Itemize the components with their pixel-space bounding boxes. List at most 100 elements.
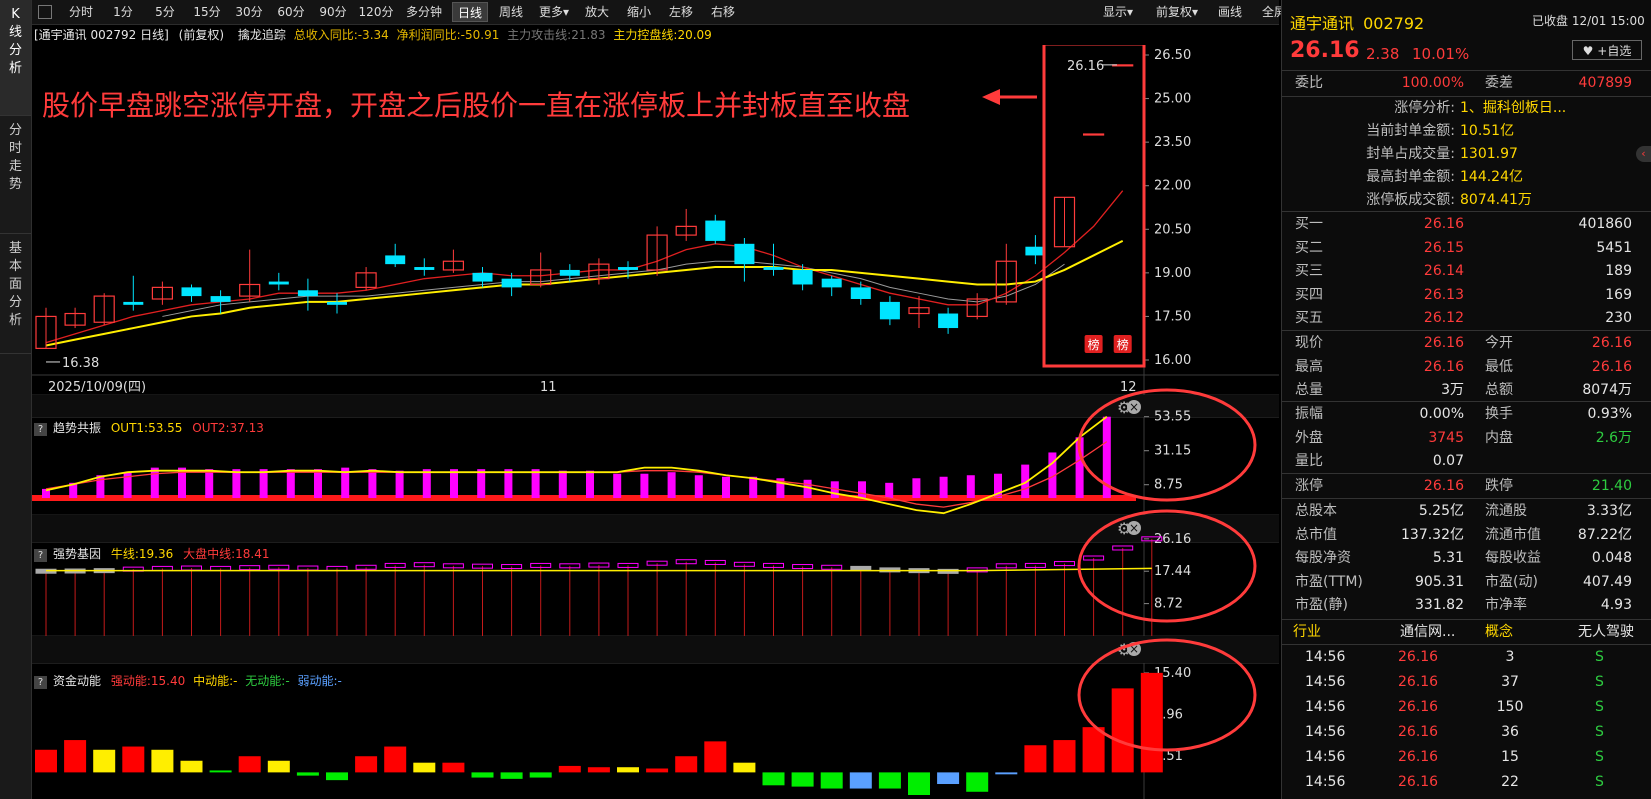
limit-info-value: 144.24亿 [1460, 169, 1523, 185]
toolbar-right-btn-0[interactable]: 显示▾ [1092, 2, 1144, 22]
toolbar-btn-2[interactable]: 5分 [146, 2, 184, 22]
gene-market: 大盘中线:18.41 [183, 547, 270, 561]
price-tick-label: 17.50 [1154, 309, 1191, 324]
toolbar-btn-10[interactable]: 周线 [492, 2, 530, 22]
toolbar-btn-3[interactable]: 15分 [188, 2, 226, 22]
checkbox-icon[interactable] [38, 5, 52, 19]
collapse-arrow-icon[interactable]: ‹ [1636, 146, 1651, 162]
capital-bar [151, 749, 174, 773]
quote-stat-label: 最高 [1295, 358, 1323, 375]
quote-stat-value: 26.16 [1423, 358, 1464, 375]
bid-price[interactable]: 26.16 [1420, 212, 1464, 236]
candle-body [181, 287, 202, 297]
quote-stat-value: 905.31 [1415, 573, 1464, 590]
toolbar-btn-7[interactable]: 120分 [356, 2, 396, 22]
industry-value[interactable]: 通信网... [1400, 620, 1455, 644]
limit-info-value[interactable]: 1、掘科创板日... [1460, 96, 1566, 120]
toolbar-btn-5[interactable]: 60分 [272, 2, 310, 22]
quote-stat-value: 3745 [1428, 429, 1464, 446]
quote-stat-label: 跌停 [1485, 478, 1513, 494]
bid-volume: 189 [1605, 263, 1632, 279]
trend-bar [96, 475, 105, 498]
toolbar-btn-1[interactable]: 1分 [104, 2, 142, 22]
limit-info-value: 10.51亿 [1460, 123, 1515, 139]
toolbar-btn-15[interactable]: 右移 [704, 2, 742, 22]
help-icon[interactable]: ? [34, 423, 47, 436]
toolbar-right-btn-1[interactable]: 前复权▾ [1148, 2, 1206, 22]
candle-body [210, 296, 231, 302]
concept-value[interactable]: 无人驾驶 [1562, 620, 1634, 644]
quote-stat-value: 331.82 [1415, 597, 1464, 613]
adjust-mode[interactable]: (前复权) [179, 28, 224, 42]
trend-bar [558, 470, 567, 498]
toolbar-btn-8[interactable]: 多分钟 [400, 2, 448, 22]
weicha-value: 407899 [1578, 75, 1632, 91]
quote-stat-value: 21.40 [1591, 478, 1632, 494]
tick-price: 26.16 [1398, 699, 1439, 715]
quote-stat-value: 407.49 [1583, 573, 1632, 590]
limit-info-label: 最高封单金额: [1366, 169, 1455, 185]
tab-char: 势 [8, 177, 22, 192]
help-icon[interactable]: ? [34, 549, 47, 562]
weicha-label: 委差 [1485, 75, 1513, 91]
capital-bar [878, 772, 901, 789]
quote-stat-value: 3万 [1441, 382, 1464, 398]
trend-bar [694, 475, 703, 498]
toolbar-btn-0[interactable]: 分时 [62, 2, 100, 22]
capital-mid: 中动能:- [193, 674, 238, 688]
add-watchlist-button[interactable]: ♥ +自选 [1572, 40, 1642, 60]
quote-stat-label: 总股本 [1295, 503, 1337, 519]
toolbar-btn-9[interactable]: 日线 [452, 2, 488, 22]
tick-side: S [1595, 774, 1604, 790]
quote-stat-label: 市盈(TTM) [1295, 573, 1363, 590]
quote-stat-value: 87.22亿 [1577, 526, 1632, 543]
panel-header-bg [32, 636, 1279, 663]
candle-body [705, 220, 726, 241]
tab-fundamentals[interactable]: 基本面分析 [0, 234, 31, 354]
tab-char: 基 [8, 241, 22, 256]
tab-char: 面 [8, 277, 22, 292]
stock-title[interactable]: [通宇通讯 002792 日线] [34, 28, 169, 42]
attack-line: 主力攻击线:21.83 [507, 28, 606, 42]
quote-stat-label: 流通市值 [1485, 526, 1541, 543]
ma-red-line [45, 190, 1124, 344]
x-date-label: 2025/10/09(四) [48, 380, 146, 395]
candle-body [385, 255, 406, 265]
chart-toolbar: 分时 1分 5分 15分 30分 60分 90分 120分 多分钟 日线 周线 更多▾ 放大 缩小 左移 右移… [32, 0, 1286, 25]
trend-bar [232, 469, 241, 498]
tick-side: S [1595, 724, 1604, 740]
candle-body [123, 301, 144, 305]
toolbar-btn-6[interactable]: 90分 [314, 2, 352, 22]
quote-stat-label: 量比 [1295, 453, 1323, 469]
toolbar-btn-14[interactable]: 左移 [662, 2, 700, 22]
stock-code: 002792 [1363, 14, 1425, 33]
bid-price[interactable]: 26.12 [1420, 306, 1464, 330]
weibi-label: 委比 [1295, 75, 1323, 91]
candle-body [850, 287, 871, 299]
indicator-name[interactable]: 擒龙追踪 [238, 28, 286, 42]
toolbar-btn-13[interactable]: 缩小 [620, 2, 658, 22]
toolbar-btn-4[interactable]: 30分 [230, 2, 268, 22]
help-icon[interactable]: ? [34, 676, 47, 689]
tab-k-line-analysis[interactable]: K线分析 [0, 0, 31, 116]
bid-price[interactable]: 26.14 [1420, 259, 1464, 283]
limit-info-label: 当前封单金额: [1366, 123, 1455, 139]
capital-bar [1140, 672, 1163, 773]
toolbar-right-btn-2[interactable]: 画线 [1210, 2, 1250, 22]
quote-stat-value: 26.16 [1423, 335, 1464, 351]
bid-price[interactable]: 26.15 [1420, 236, 1464, 260]
price-tick-label: 19.00 [1154, 266, 1191, 281]
capital-bar [908, 772, 930, 795]
toolbar-btn-12[interactable]: 放大 [578, 2, 616, 22]
price-tick-label: 16.00 [1154, 353, 1191, 368]
toolbar-btn-11[interactable]: 更多▾ [534, 2, 574, 22]
candle-body [763, 267, 784, 270]
gene-bull: 牛线:19.36 [110, 547, 174, 561]
tab-intraday[interactable]: 分时走势 [0, 116, 31, 234]
bid-price[interactable]: 26.13 [1420, 283, 1464, 307]
capital-bar [646, 768, 669, 773]
trend-bar [477, 469, 486, 498]
quote-stat-value [1560, 449, 1632, 473]
candle-body [414, 267, 435, 270]
price-tick-label: 20.50 [1154, 222, 1191, 237]
